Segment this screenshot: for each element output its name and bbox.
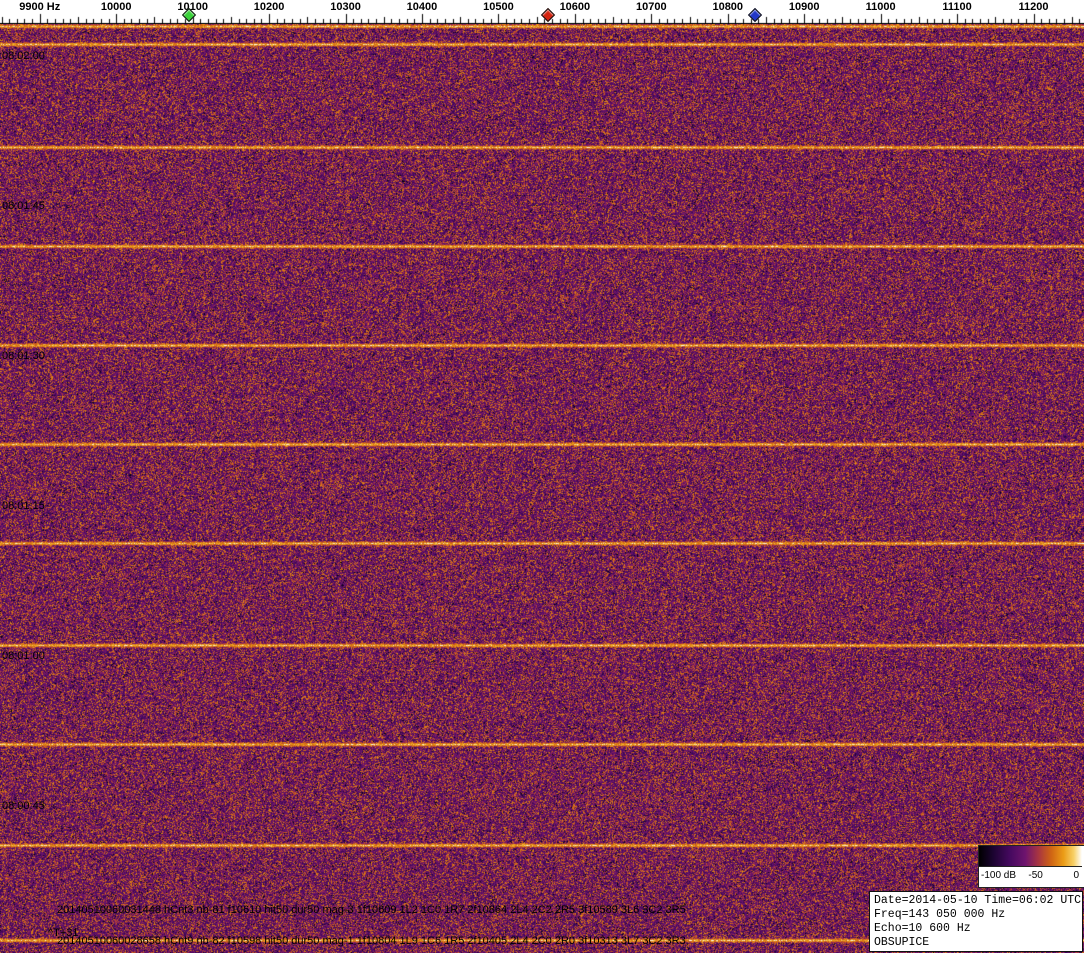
detection-annotation-2: 20140510060028658 hCnt9 nb-82 f10598 hit… [57, 935, 686, 947]
freq-tick-label-11100: 11100 [942, 1, 971, 13]
info-date-time: Date=2014-05-10 Time=06:02 UTC [874, 894, 1078, 908]
spectrogram-app: 08:02:00 08:01:45 08:01:30 08:01:15 08:01:00… [0, 0, 1084, 953]
freq-tick-label-10700: 10700 [636, 1, 667, 13]
frequency-axis: 9900 Hz 10000 10100 10200 10300 10400 10500 106… [0, 0, 1084, 24]
info-echo-frequency: Echo=10 600 Hz [874, 922, 1078, 936]
freq-tick-label-10000: 10000 [101, 1, 132, 13]
freq-tick-label-11000: 11000 [866, 1, 896, 13]
observation-info-box: Date=2014-05-10 Time=06:02 UTC Freq=143 … [869, 891, 1083, 952]
db-color-scale: -100 dB -50 0 [978, 845, 1084, 888]
spectrogram-waterfall-canvas [0, 24, 1084, 953]
freq-tick-label-9900: 9900 Hz [19, 1, 60, 13]
freq-tick-label-11200: 11200 [1019, 1, 1049, 13]
freq-tick-label-10500: 10500 [483, 1, 514, 13]
info-station-name: OBSUPICE [874, 936, 1078, 950]
db-scale-labels: -100 dB -50 0 [979, 867, 1082, 885]
db-label-max: 0 [1073, 870, 1079, 881]
freq-tick-label-10200: 10200 [254, 1, 285, 13]
info-frequency: Freq=143 050 000 Hz [874, 908, 1078, 922]
db-label-mid: -50 [1028, 870, 1042, 881]
color-gradient-bar [979, 846, 1082, 867]
freq-tick-label-10900: 10900 [789, 1, 820, 13]
detection-annotation-1: 20140510060031448 hCnt3 nb-81 f10610 hit… [57, 904, 686, 916]
freq-tick-label-10800: 10800 [712, 1, 743, 13]
freq-tick-label-10300: 10300 [330, 1, 361, 13]
freq-tick-label-10400: 10400 [407, 1, 438, 13]
freq-tick-label-10600: 10600 [560, 1, 591, 13]
db-label-min: -100 dB [981, 870, 1016, 881]
